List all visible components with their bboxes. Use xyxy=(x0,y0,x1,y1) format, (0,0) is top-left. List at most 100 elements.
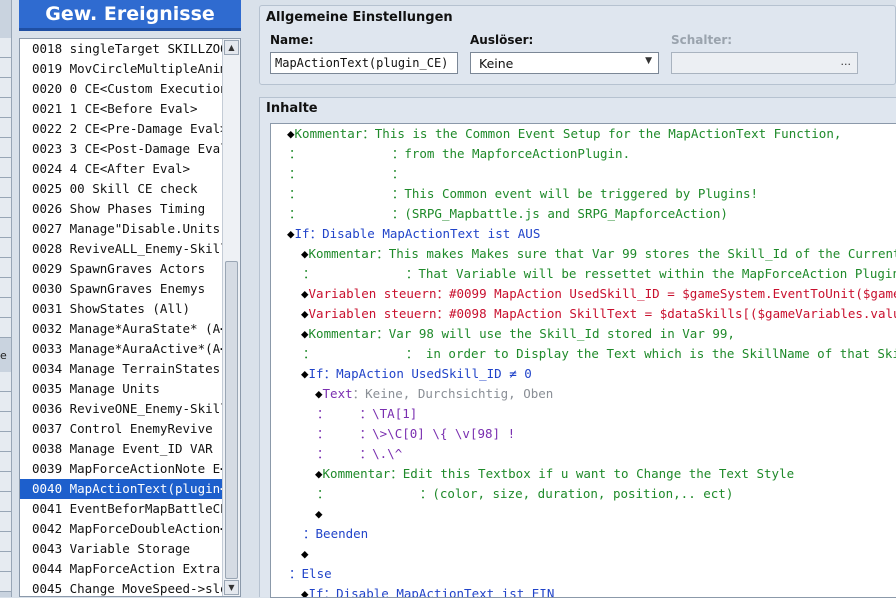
scroll-thumb[interactable] xyxy=(225,261,238,579)
event-list-item[interactable]: 0044 MapForceAction Extra xyxy=(20,559,222,579)
event-list-item[interactable]: 0025 00 Skill CE check xyxy=(20,179,222,199)
tool-cell[interactable] xyxy=(0,38,11,58)
command-line[interactable]: ◆Kommentar：Edit this Textbox if u want t… xyxy=(271,464,896,484)
command-line[interactable]: ： ：from the MapforceActionPlugin. xyxy=(271,144,896,164)
command-segment: ： xyxy=(289,566,302,581)
tool-cell[interactable] xyxy=(0,58,11,78)
command-line[interactable]: ◆Kommentar：Var 98 will use the Skill_Id … xyxy=(271,324,896,344)
command-line[interactable]: ◆Text：Keine, Durchsichtig, Oben xyxy=(271,384,896,404)
tool-cell[interactable] xyxy=(0,278,11,298)
command-line[interactable]: ◆ xyxy=(271,504,896,524)
command-segment: Variablen steuern xyxy=(308,306,437,321)
event-list-item[interactable]: 0038 Manage Event_ID VAR xyxy=(20,439,222,459)
tool-cell[interactable] xyxy=(0,78,11,98)
triangle-down-icon[interactable]: ▼ xyxy=(224,580,239,595)
command-segment: ： xyxy=(317,406,330,421)
event-command-list[interactable]: ◆Kommentar：This is the Common Event Setu… xyxy=(270,123,896,598)
tool-cell[interactable] xyxy=(0,472,11,492)
command-line[interactable]: ：Else xyxy=(271,564,896,584)
event-list-item[interactable]: 0018 singleTarget SKILLZOOM xyxy=(20,39,222,59)
command-line[interactable]: ： ：\TA[1] xyxy=(271,404,896,424)
event-list-item[interactable]: 0029 SpawnGraves Actors xyxy=(20,259,222,279)
common-event-list[interactable]: 0018 singleTarget SKILLZOOM 0019 MovCircl… xyxy=(19,38,241,597)
event-list-item[interactable]: 0034 Manage TerrainStates xyxy=(20,359,222,379)
trigger-select[interactable]: Keine ▼ xyxy=(470,52,659,74)
event-list-item[interactable]: 0040 MapActionText(plugin⋯ xyxy=(20,479,222,499)
event-list-item[interactable]: 0033 Manage*AuraActive*(A⋯ xyxy=(20,339,222,359)
command-line[interactable]: ：Beenden xyxy=(271,524,896,544)
event-list-scrollbar[interactable]: ▲ ▼ xyxy=(222,39,240,596)
command-line[interactable]: ◆Kommentar：This is the Common Event Setu… xyxy=(271,124,896,144)
event-list-item[interactable]: 0031 ShowStates (All) xyxy=(20,299,222,319)
tool-cell[interactable] xyxy=(0,238,11,258)
tool-cell[interactable] xyxy=(0,392,11,412)
tool-cell[interactable] xyxy=(0,512,11,532)
command-line[interactable]: ◆Variablen steuern：#0099 MapAction UsedS… xyxy=(271,284,896,304)
tool-cell[interactable] xyxy=(0,118,11,138)
event-list-item[interactable]: 0039 MapForceActionNote E⋯ xyxy=(20,459,222,479)
command-segment: ： xyxy=(436,286,449,301)
triangle-up-icon[interactable]: ▲ xyxy=(224,40,239,55)
command-segment: Var 98 will use the Skill_Id stored in V… xyxy=(388,326,735,341)
event-list-item[interactable]: 0036 ReviveONE_Enemy-Skill xyxy=(20,399,222,419)
command-line[interactable]: ◆ xyxy=(271,544,896,564)
command-line[interactable]: ： ：\>\C[0] \{ \v[98] ! xyxy=(271,424,896,444)
command-segment: Kommentar xyxy=(322,466,391,481)
command-line[interactable]: ： ：\.\^ xyxy=(271,444,896,464)
command-line[interactable]: ： ：This Common event will be triggered b… xyxy=(271,184,896,204)
event-list-item[interactable]: 0028 ReviveALL_Enemy-Skill xyxy=(20,239,222,259)
diamond-bullet-icon: ◆ xyxy=(315,506,323,521)
command-line[interactable]: ◆If：Disable MapActionText ist AUS xyxy=(271,224,896,244)
tool-cell[interactable] xyxy=(0,492,11,512)
event-list-item[interactable]: 0030 SpawnGraves Enemys xyxy=(20,279,222,299)
event-list-item[interactable]: 0022 2 CE<Pre-Damage Eval> xyxy=(20,119,222,139)
command-segment: Kommentar xyxy=(308,326,377,341)
event-list-item[interactable]: 0024 4 CE<After Eval> xyxy=(20,159,222,179)
event-list-item[interactable]: 0020 0 CE<Custom Execution> xyxy=(20,79,222,99)
event-name-input[interactable]: MapActionText(plugin_CE) xyxy=(270,52,458,74)
command-line[interactable]: ： ： xyxy=(271,164,896,184)
event-list-item[interactable]: 0019 MovCircleMultipleAnim xyxy=(20,59,222,79)
tool-cell[interactable] xyxy=(0,552,11,572)
tool-cell[interactable] xyxy=(0,432,11,452)
tool-cell[interactable] xyxy=(0,218,11,238)
command-segment: ： xyxy=(317,446,330,461)
command-line[interactable]: ◆Variablen steuern：#0098 MapAction Skill… xyxy=(271,304,896,324)
switch-browse-button[interactable]: ... xyxy=(841,55,852,68)
tool-cell[interactable] xyxy=(0,98,11,118)
command-segment: Keine, Durchsichtig, Oben xyxy=(365,386,554,401)
event-list-item[interactable]: 0041 EventBeforMapBattleCE xyxy=(20,499,222,519)
command-segment: ： xyxy=(289,206,302,221)
command-line[interactable]: ◆Kommentar：This makes Makes sure that Va… xyxy=(271,244,896,264)
tool-cell[interactable] xyxy=(0,198,11,218)
event-list-item[interactable]: 0045 Change MoveSpeed->slow xyxy=(20,579,222,596)
tool-cell[interactable] xyxy=(0,158,11,178)
tool-cell[interactable] xyxy=(0,178,11,198)
command-line[interactable]: ： ： in order to Display the Text which i… xyxy=(271,344,896,364)
tool-cell[interactable] xyxy=(0,532,11,552)
command-line[interactable]: ： ：(color, size, duration, position,.. e… xyxy=(271,484,896,504)
event-list-item[interactable]: 0035 Manage Units xyxy=(20,379,222,399)
tool-cell[interactable] xyxy=(0,298,11,318)
event-list-item[interactable]: 0043 Variable Storage xyxy=(20,539,222,559)
tool-cell[interactable] xyxy=(0,138,11,158)
tool-cell[interactable] xyxy=(0,372,11,392)
event-list-item[interactable]: 0021 1 CE<Before Eval> xyxy=(20,99,222,119)
command-line[interactable]: ◆If：Disable MapActionText ist EIN xyxy=(271,584,896,597)
event-list-item[interactable]: 0037 Control EnemyRevive xyxy=(20,419,222,439)
event-list-item[interactable]: 0026 Show Phases Timing xyxy=(20,199,222,219)
tool-cell[interactable] xyxy=(0,452,11,472)
command-line[interactable]: ： ：That Variable will be ressettet withi… xyxy=(271,264,896,284)
event-list-item[interactable]: 0027 Manage"Disable.Units" xyxy=(20,219,222,239)
diamond-bullet-icon: ◆ xyxy=(287,226,295,241)
tool-cell[interactable] xyxy=(0,572,11,592)
event-list-item[interactable]: 0023 3 CE<Post-Damage Eval> xyxy=(20,139,222,159)
tool-cell[interactable] xyxy=(0,318,11,338)
command-line[interactable]: ◆If：MapAction UsedSkill_ID ≠ 0 xyxy=(271,364,896,384)
command-line[interactable]: ： ：(SRPG_Mapbattle.js and SRPG_MapforceA… xyxy=(271,204,896,224)
event-list-item[interactable]: 0042 MapForceDoubleAction⋯ xyxy=(20,519,222,539)
switch-field[interactable]: ... xyxy=(671,52,858,74)
tool-cell[interactable] xyxy=(0,258,11,278)
tool-cell[interactable] xyxy=(0,412,11,432)
event-list-item[interactable]: 0032 Manage*AuraState* (A⋯ xyxy=(20,319,222,339)
